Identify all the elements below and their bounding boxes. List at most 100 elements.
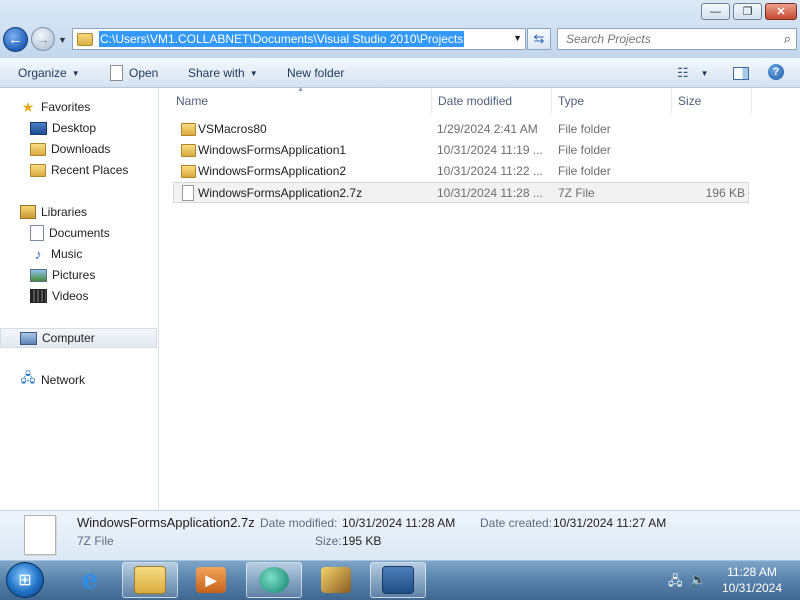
help-button[interactable]: ? (768, 64, 784, 80)
file-row-selected[interactable]: WindowsFormsApplication2.7z 10/31/2024 1… (173, 182, 749, 203)
nav-label: Videos (52, 289, 89, 303)
nav-label: Music (51, 247, 83, 261)
address-dropdown-icon[interactable]: ▼ (513, 33, 522, 43)
new-folder-label: New folder (287, 66, 345, 80)
media-player-icon: ▶ (196, 567, 226, 593)
nav-item-network[interactable]: 🖧 Network (0, 370, 157, 390)
document-icon (110, 65, 123, 81)
column-header-date-modified[interactable]: Date modified (432, 88, 552, 113)
taskbar-media-player[interactable]: ▶ (183, 562, 239, 598)
file-name: VSMacros80 (198, 122, 267, 136)
forward-button[interactable]: → (31, 27, 55, 51)
sort-ascending-icon: ▲ (297, 86, 304, 93)
star-icon: ★ (21, 98, 35, 115)
nav-label: Desktop (52, 121, 97, 135)
recent-pages-dropdown[interactable]: ▼ (58, 35, 68, 45)
preview-pane-button[interactable] (733, 65, 749, 81)
column-header-size[interactable]: Size (672, 88, 752, 113)
archive-icon (321, 567, 351, 593)
clock-date: 10/31/2024 (721, 581, 783, 595)
share-with-button[interactable]: Share with ▼ (188, 65, 258, 81)
details-size-label: Size: (315, 534, 342, 548)
open-label: Open (129, 66, 159, 80)
refresh-button[interactable]: ⇆ (527, 28, 551, 50)
file-row[interactable]: WindowsFormsApplication1 10/31/2024 11:1… (173, 140, 749, 161)
nav-item-computer[interactable]: Computer (0, 328, 157, 348)
taskbar-windows-explorer[interactable] (122, 562, 178, 598)
nav-label: Favorites (41, 100, 91, 114)
file-name: WindowsFormsApplication1 (198, 143, 347, 157)
file-date: 10/31/2024 11:28 ... (437, 186, 543, 200)
network-tray-icon[interactable]: 🖧 (668, 572, 683, 594)
file-name: WindowsFormsApplication2.7z (198, 186, 363, 200)
new-folder-button[interactable]: New folder (287, 65, 344, 81)
nav-item-favorites[interactable]: ★ Favorites (0, 97, 157, 117)
nav-label: Downloads (51, 142, 111, 156)
nav-label: Libraries (41, 205, 88, 219)
computer-icon (20, 331, 37, 345)
pictures-icon (30, 268, 47, 282)
desktop-icon (30, 121, 47, 135)
taskbar-virtualbox[interactable] (370, 562, 426, 598)
file-thumbnail-icon (24, 515, 56, 555)
back-button[interactable]: ← (3, 27, 28, 52)
details-file-type: 7Z File (77, 534, 114, 548)
address-bar[interactable]: C:\Users\VM1.COLLABNET\Documents\Visual … (72, 28, 526, 50)
nav-item-desktop[interactable]: Desktop (0, 118, 157, 138)
maximize-button[interactable]: ❐ (733, 3, 762, 20)
maximize-icon: ❐ (742, 6, 753, 18)
file-type: File folder (558, 143, 611, 157)
nav-item-music[interactable]: ♪ Music (0, 244, 157, 264)
column-label: Date modified (438, 93, 513, 108)
volume-icon[interactable]: 🔈 (690, 572, 706, 588)
downloads-folder-icon (30, 142, 46, 156)
internet-explorer-icon: e (81, 565, 99, 595)
nav-item-downloads[interactable]: Downloads (0, 139, 157, 159)
forward-arrow-icon: → (36, 31, 50, 47)
start-button[interactable]: ⊞ (6, 562, 44, 598)
details-date-created-label: Date created: (480, 516, 553, 530)
file-type: File folder (558, 164, 611, 178)
organize-button[interactable]: Organize ▼ (18, 65, 80, 81)
column-label: Name (176, 93, 209, 108)
taskbar-archive-tool[interactable] (308, 562, 364, 598)
chevron-down-icon: ▼ (58, 35, 67, 45)
file-name: WindowsFormsApplication2 (198, 164, 347, 178)
network-icon: 🖧 (20, 370, 36, 385)
column-header-type[interactable]: Type (552, 88, 672, 113)
film-strip-icon (30, 289, 47, 303)
file-date: 10/31/2024 11:19 ... (437, 143, 543, 157)
refresh-icon: ⇆ (533, 31, 545, 46)
libraries-icon (20, 205, 36, 219)
address-path[interactable]: C:\Users\VM1.COLLABNET\Documents\Visual … (99, 31, 465, 47)
search-icon[interactable]: ⌕ (784, 31, 791, 47)
nav-item-pictures[interactable]: Pictures (0, 265, 157, 285)
taskbar-app-teal[interactable] (246, 562, 302, 598)
details-date-modified: 10/31/2024 11:28 AM (342, 516, 456, 530)
organize-label: Organize (18, 66, 67, 80)
file-row[interactable]: WindowsFormsApplication2 10/31/2024 11:2… (173, 161, 749, 182)
nav-item-recent-places[interactable]: Recent Places (0, 160, 157, 180)
file-date: 1/29/2024 2:41 AM (437, 122, 538, 136)
file-row[interactable]: VSMacros80 1/29/2024 2:41 AM File folder (173, 119, 749, 140)
search-box[interactable]: ⌕ (557, 28, 797, 50)
details-date-created: 10/31/2024 11:27 AM (553, 516, 667, 530)
preview-pane-icon (733, 66, 749, 80)
taskbar-internet-explorer[interactable]: e (62, 562, 118, 598)
folder-icon (181, 123, 196, 136)
details-file-name: WindowsFormsApplication2.7z (77, 515, 255, 530)
open-button[interactable]: Open (110, 65, 158, 81)
change-view-button[interactable]: ☷ ▼ (677, 65, 709, 81)
nav-label: Recent Places (51, 163, 129, 177)
nav-item-documents[interactable]: Documents (0, 223, 157, 243)
clock[interactable]: 11:28 AM 10/31/2024 (712, 564, 792, 596)
file-type: 7Z File (558, 186, 595, 200)
nav-label: Pictures (52, 268, 96, 282)
nav-item-libraries[interactable]: Libraries (0, 202, 157, 222)
nav-item-videos[interactable]: Videos (0, 286, 157, 306)
close-icon: ✕ (776, 6, 786, 18)
close-button[interactable]: ✕ (765, 3, 797, 20)
minimize-button[interactable]: — (701, 3, 730, 20)
search-input[interactable] (566, 32, 766, 46)
view-list-icon: ☷ (677, 65, 689, 80)
